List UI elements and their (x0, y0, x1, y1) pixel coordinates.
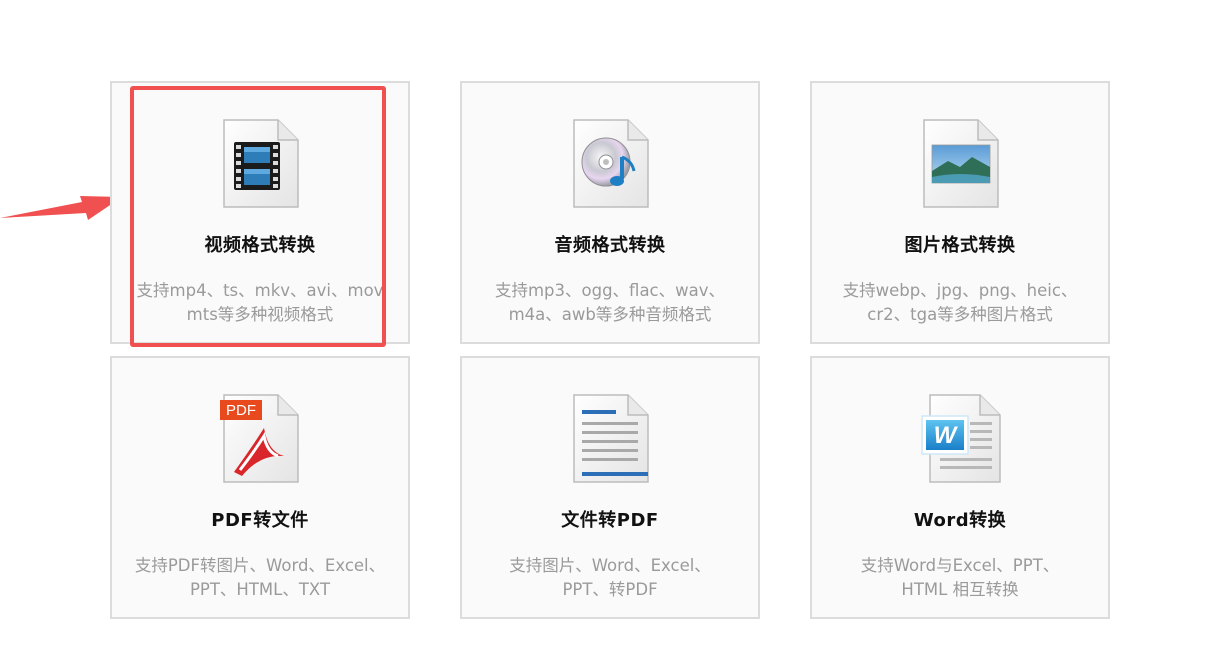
document-file-icon (573, 394, 649, 483)
card-description: 支持PDF转图片、Word、Excel、 PPT、HTML、TXT (118, 554, 402, 602)
card-description: 支持mp3、ogg、flac、wav、 m4a、awb等多种音频格式 (468, 279, 752, 327)
card-description: 支持Word与Excel、PPT、 HTML 相互转换 (818, 554, 1102, 602)
card-description-line: 支持Word与Excel、PPT、 (860, 556, 1060, 575)
card-description-line: 支持mp4、ts、mkv、avi、mov (136, 281, 384, 300)
card-title: 音频格式转换 (554, 235, 666, 256)
pdf-to-file-card[interactable]: PDF PDF转文件 支持PDF转图片、Word、Excel、 PPT、HTML… (110, 356, 410, 619)
card-description: 支持图片、Word、Excel、 PPT、转PDF (468, 554, 752, 602)
page: 视频格式转换 支持mp4、ts、mkv、avi、mov mts等多种视频格式 音… (0, 0, 1224, 670)
card-title: 视频格式转换 (204, 235, 316, 256)
card-description-line: 支持图片、Word、Excel、 (509, 556, 711, 575)
card-description: 支持mp4、ts、mkv、avi、mov mts等多种视频格式 (118, 279, 402, 327)
card-title: Word转换 (913, 510, 1007, 531)
card-description-line: m4a、awb等多种音频格式 (508, 305, 712, 324)
card-description-line: PPT、HTML、TXT (189, 580, 331, 599)
card-description-line: cr2、tga等多种图片格式 (867, 305, 1053, 324)
video-convert-card[interactable]: 视频格式转换 支持mp4、ts、mkv、avi、mov mts等多种视频格式 (110, 81, 410, 344)
pdf-file-icon: PDF (220, 394, 299, 483)
card-title: 图片格式转换 (904, 235, 1016, 256)
card-description-line: mts等多种视频格式 (186, 305, 334, 324)
card-description-line: HTML 相互转换 (901, 580, 1019, 599)
word-file-icon: W (921, 394, 1001, 483)
converter-grid: 视频格式转换 支持mp4、ts、mkv、avi、mov mts等多种视频格式 音… (110, 81, 1110, 619)
image-file-icon (923, 119, 999, 208)
image-convert-card[interactable]: 图片格式转换 支持webp、jpg、png、heic、 cr2、tga等多种图片… (810, 81, 1110, 344)
word-icon-label: W (934, 422, 959, 449)
card-description-line: 支持mp3、ogg、flac、wav、 (494, 281, 726, 300)
card-description: 支持webp、jpg、png、heic、 cr2、tga等多种图片格式 (818, 279, 1102, 327)
pointer-arrow-annotation (0, 196, 122, 220)
audio-convert-card[interactable]: 音频格式转换 支持mp3、ogg、flac、wav、 m4a、awb等多种音频格… (460, 81, 760, 344)
word-convert-card[interactable]: W Word转换 支持Word与Excel、PPT、 HTML 相互转换 (810, 356, 1110, 619)
card-title: 文件转PDF (561, 510, 659, 531)
video-file-icon (223, 119, 299, 208)
audio-file-icon (573, 119, 649, 208)
card-description-line: PPT、转PDF (562, 580, 658, 599)
card-description-line: 支持PDF转图片、Word、Excel、 (134, 556, 386, 575)
pdf-icon-label: PDF (226, 402, 256, 419)
file-to-pdf-card[interactable]: 文件转PDF 支持图片、Word、Excel、 PPT、转PDF (460, 356, 760, 619)
card-title: PDF转文件 (211, 510, 309, 531)
card-description-line: 支持webp、jpg、png、heic、 (842, 281, 1078, 300)
